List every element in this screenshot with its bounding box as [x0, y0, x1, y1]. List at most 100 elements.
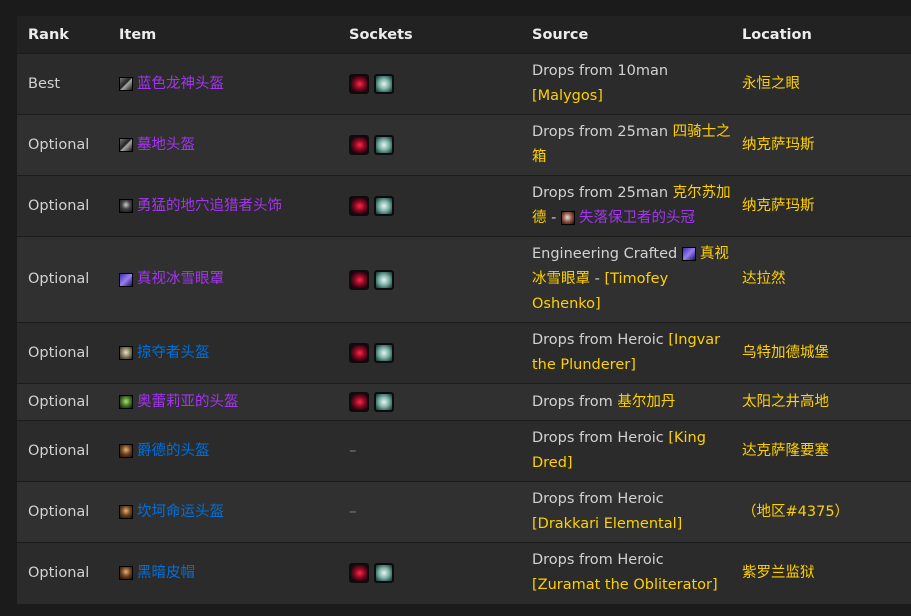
source-text: Drops from	[532, 393, 618, 410]
rank-cell: Optional	[17, 114, 108, 176]
location-link[interactable]: 紫罗兰监狱	[731, 542, 911, 604]
item-link[interactable]: 坎坷命运头盔	[137, 500, 224, 525]
source-link[interactable]: 基尔加丹	[617, 394, 675, 410]
source-text: Drops from Heroic	[532, 491, 664, 507]
source-link[interactable]: [Drakkari Elemental]	[532, 516, 682, 532]
item-link[interactable]: 墓地头盔	[137, 133, 195, 158]
table-row: Best 蓝色龙神头盔 Drops from 10man [Malygos] 永…	[17, 53, 911, 115]
helm-icon[interactable]	[119, 138, 133, 152]
table-row: Optional 墓地头盔 Drops from 25man 四骑士之箱 纳克萨…	[17, 114, 911, 176]
gear-ranking-table-container: Rank Item Sockets Source Location Best 蓝…	[17, 16, 911, 604]
item-link[interactable]: 真视冰雪眼罩	[137, 267, 224, 292]
gear-ranking-table: Rank Item Sockets Source Location Best 蓝…	[17, 16, 911, 604]
item-link[interactable]: 爵德的头盔	[137, 439, 210, 464]
rank-cell: Optional	[17, 481, 108, 543]
prismatic-socket-icon	[374, 74, 394, 94]
source-link[interactable]: [Zuramat the Obliterator]	[532, 577, 718, 593]
item-link[interactable]: 蓝色龙神头盔	[137, 72, 224, 97]
item-cell: 蓝色龙神头盔	[108, 53, 338, 115]
source-cell: Drops from 基尔加丹	[521, 383, 731, 421]
source-cell: Engineering Crafted 真视冰雪眼罩 - [Timofey Os…	[521, 236, 731, 323]
rank-cell: Best	[17, 53, 108, 115]
location-link[interactable]: 乌特加德城堡	[731, 322, 911, 384]
location-link[interactable]: 永恒之眼	[731, 53, 911, 115]
location-link[interactable]: 纳克萨玛斯	[731, 175, 911, 237]
table-row: Optional 掠夺者头盔 Drops from Heroic [Ingvar…	[17, 322, 911, 384]
green-helm-icon[interactable]	[119, 395, 133, 409]
source-separator: -	[590, 271, 605, 287]
rank-cell: Optional	[17, 542, 108, 604]
prismatic-socket-icon	[374, 343, 394, 363]
table-row: Optional 真视冰雪眼罩 Engineering Crafted 真视冰雪…	[17, 236, 911, 323]
source-text: Drops from Heroic	[532, 430, 669, 446]
prismatic-socket-icon	[374, 269, 394, 290]
leather-helm-icon[interactable]	[119, 566, 133, 581]
item-link[interactable]: 勇猛的地穴追猎者头饰	[137, 194, 282, 219]
source-text: Drops from 10man	[532, 63, 669, 79]
source-cell: Drops from 10man [Malygos]	[521, 53, 731, 115]
item-cell: 真视冰雪眼罩	[108, 236, 338, 323]
source-cell: Drops from Heroic [Drakkari Elemental]	[521, 481, 731, 543]
table-header-row: Rank Item Sockets Source Location	[17, 16, 911, 54]
skull-helm-icon[interactable]	[119, 346, 133, 360]
location-link[interactable]: 纳克萨玛斯	[731, 114, 911, 176]
table-row: Optional 坎坷命运头盔 – Drops from Heroic [Dra…	[17, 481, 911, 543]
meta-socket-icon	[349, 392, 369, 412]
goggles-icon[interactable]	[119, 272, 133, 287]
location-link[interactable]: 达拉然	[731, 236, 911, 323]
meta-socket-icon	[349, 74, 369, 94]
item-cell: 坎坷命运头盔	[108, 481, 338, 543]
source-link[interactable]: [Malygos]	[532, 88, 603, 104]
item-link[interactable]: 黑暗皮帽	[137, 561, 195, 586]
item-cell: 爵德的头盔	[108, 420, 338, 482]
rank-cell: Optional	[17, 236, 108, 323]
item-cell: 黑暗皮帽	[108, 542, 338, 604]
prismatic-socket-icon	[374, 563, 394, 584]
item-link[interactable]: 奥蕾莉亚的头盔	[137, 390, 239, 415]
source-cell: Drops from 25man 克尔苏加德 - 失落保卫者的头冠	[521, 175, 731, 237]
token-icon[interactable]	[560, 211, 575, 225]
source-text: Drops from Heroic	[532, 552, 664, 569]
header-location[interactable]: Location	[731, 16, 911, 54]
source-cell: Drops from Heroic [Zuramat the Obliterat…	[521, 542, 731, 604]
sockets-cell	[338, 175, 521, 237]
meta-socket-icon	[349, 563, 369, 584]
meta-socket-icon	[349, 343, 369, 363]
sockets-cell	[338, 236, 521, 323]
source-link-2[interactable]: 失落保卫者的头冠	[579, 210, 695, 226]
table-row: Optional 黑暗皮帽 Drops from Heroic [Zuramat…	[17, 542, 911, 604]
item-link[interactable]: 掠夺者头盔	[137, 341, 210, 366]
header-item[interactable]: Item	[108, 16, 338, 54]
location-link[interactable]: 达克萨隆要塞	[731, 420, 911, 482]
rank-cell: Optional	[17, 420, 108, 482]
hood-icon[interactable]	[119, 199, 133, 213]
leather-helm-icon[interactable]	[119, 444, 133, 458]
source-cell: Drops from 25man 四骑士之箱	[521, 114, 731, 176]
header-sockets[interactable]: Sockets	[338, 16, 521, 54]
sockets-cell	[338, 114, 521, 176]
goggles-icon[interactable]	[681, 247, 696, 261]
item-cell: 墓地头盔	[108, 114, 338, 176]
sockets-cell: –	[338, 420, 521, 482]
sockets-cell	[338, 383, 521, 421]
meta-socket-icon	[349, 269, 369, 290]
source-cell: Drops from Heroic [King Dred]	[521, 420, 731, 482]
table-row: Optional 奥蕾莉亚的头盔 Drops from 基尔加丹 太阳之井高地	[17, 383, 911, 421]
rank-cell: Optional	[17, 175, 108, 237]
helm-icon[interactable]	[119, 77, 133, 91]
location-link[interactable]: 太阳之井高地	[731, 383, 911, 421]
header-source[interactable]: Source	[521, 16, 731, 54]
header-rank[interactable]: Rank	[17, 16, 108, 54]
sockets-cell: –	[338, 481, 521, 543]
meta-socket-icon	[349, 196, 369, 216]
prismatic-socket-icon	[374, 392, 394, 412]
sockets-cell	[338, 53, 521, 115]
source-text: Drops from 25man	[532, 185, 673, 201]
table-row: Optional 爵德的头盔 – Drops from Heroic [King…	[17, 420, 911, 482]
item-cell: 勇猛的地穴追猎者头饰	[108, 175, 338, 237]
source-text: Engineering Crafted	[532, 246, 682, 262]
location-link[interactable]: （地区#4375）	[731, 481, 911, 543]
rank-cell: Optional	[17, 383, 108, 421]
no-sockets-dash: –	[349, 441, 357, 459]
leather-helm-icon[interactable]	[119, 505, 133, 519]
